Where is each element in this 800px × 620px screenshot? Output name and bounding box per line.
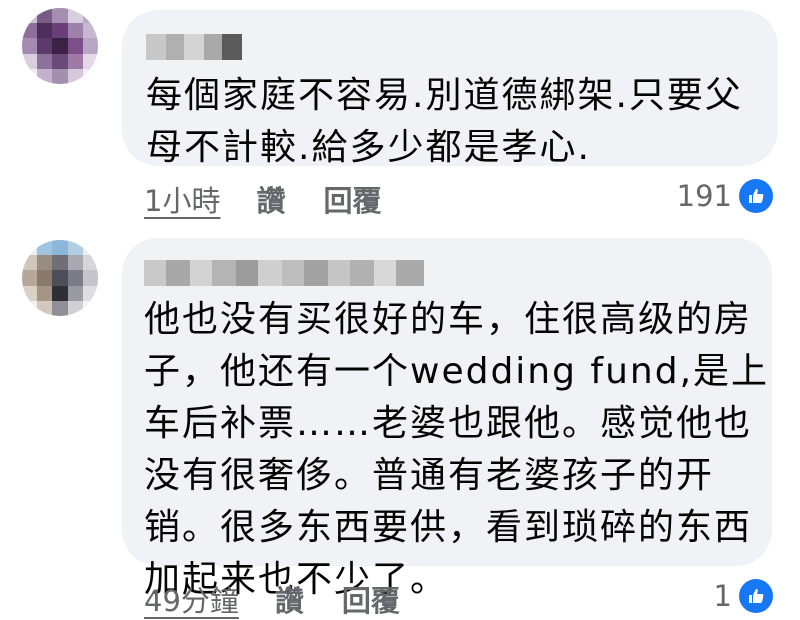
comment-meta: 49分鐘 讚 回覆 xyxy=(144,578,400,620)
comment-meta: 1小時 讚 回覆 xyxy=(144,178,381,220)
commenter-name[interactable] xyxy=(144,260,424,286)
timestamp-link[interactable]: 49分鐘 xyxy=(144,578,239,620)
comment-line: 他也没有买很好的车，住很高级的房 xyxy=(144,299,753,340)
comment-line: 销。很多东西要供，看到琐碎的东西 xyxy=(144,507,753,548)
reply-button[interactable]: 回覆 xyxy=(342,578,400,620)
thumbs-up-icon xyxy=(736,576,776,616)
commenter-name[interactable] xyxy=(146,34,242,60)
comment-line: 母不計較.給多少都是孝心. xyxy=(146,127,591,168)
avatar[interactable] xyxy=(22,8,98,84)
comment-line: 子，他还有一个wedding fund,是上 xyxy=(144,351,770,392)
reaction-count[interactable]: 1 xyxy=(714,576,776,616)
comment-line: 每個家庭不容易.別道德綁架.只要父 xyxy=(146,75,743,116)
like-button[interactable]: 讚 xyxy=(256,178,285,220)
comment-text: 每個家庭不容易.別道德綁架.只要父 母不計較.給多少都是孝心. xyxy=(146,70,743,174)
reply-button[interactable]: 回覆 xyxy=(323,178,381,220)
comment-line: 车后补票……老婆也跟他。感觉他也 xyxy=(144,403,753,444)
reaction-count[interactable]: 191 xyxy=(677,176,776,216)
like-count: 191 xyxy=(676,179,732,213)
thumbs-up-icon xyxy=(736,176,776,216)
like-count: 1 xyxy=(713,579,732,613)
avatar[interactable] xyxy=(22,240,98,316)
comment-line: 没有很奢侈。普通有老婆孩子的开 xyxy=(144,455,715,496)
timestamp-link[interactable]: 1小時 xyxy=(144,178,220,220)
comment-text: 他也没有买很好的车，住很高级的房 子，他还有一个wedding fund,是上 … xyxy=(144,294,769,606)
like-button[interactable]: 讚 xyxy=(275,578,304,620)
